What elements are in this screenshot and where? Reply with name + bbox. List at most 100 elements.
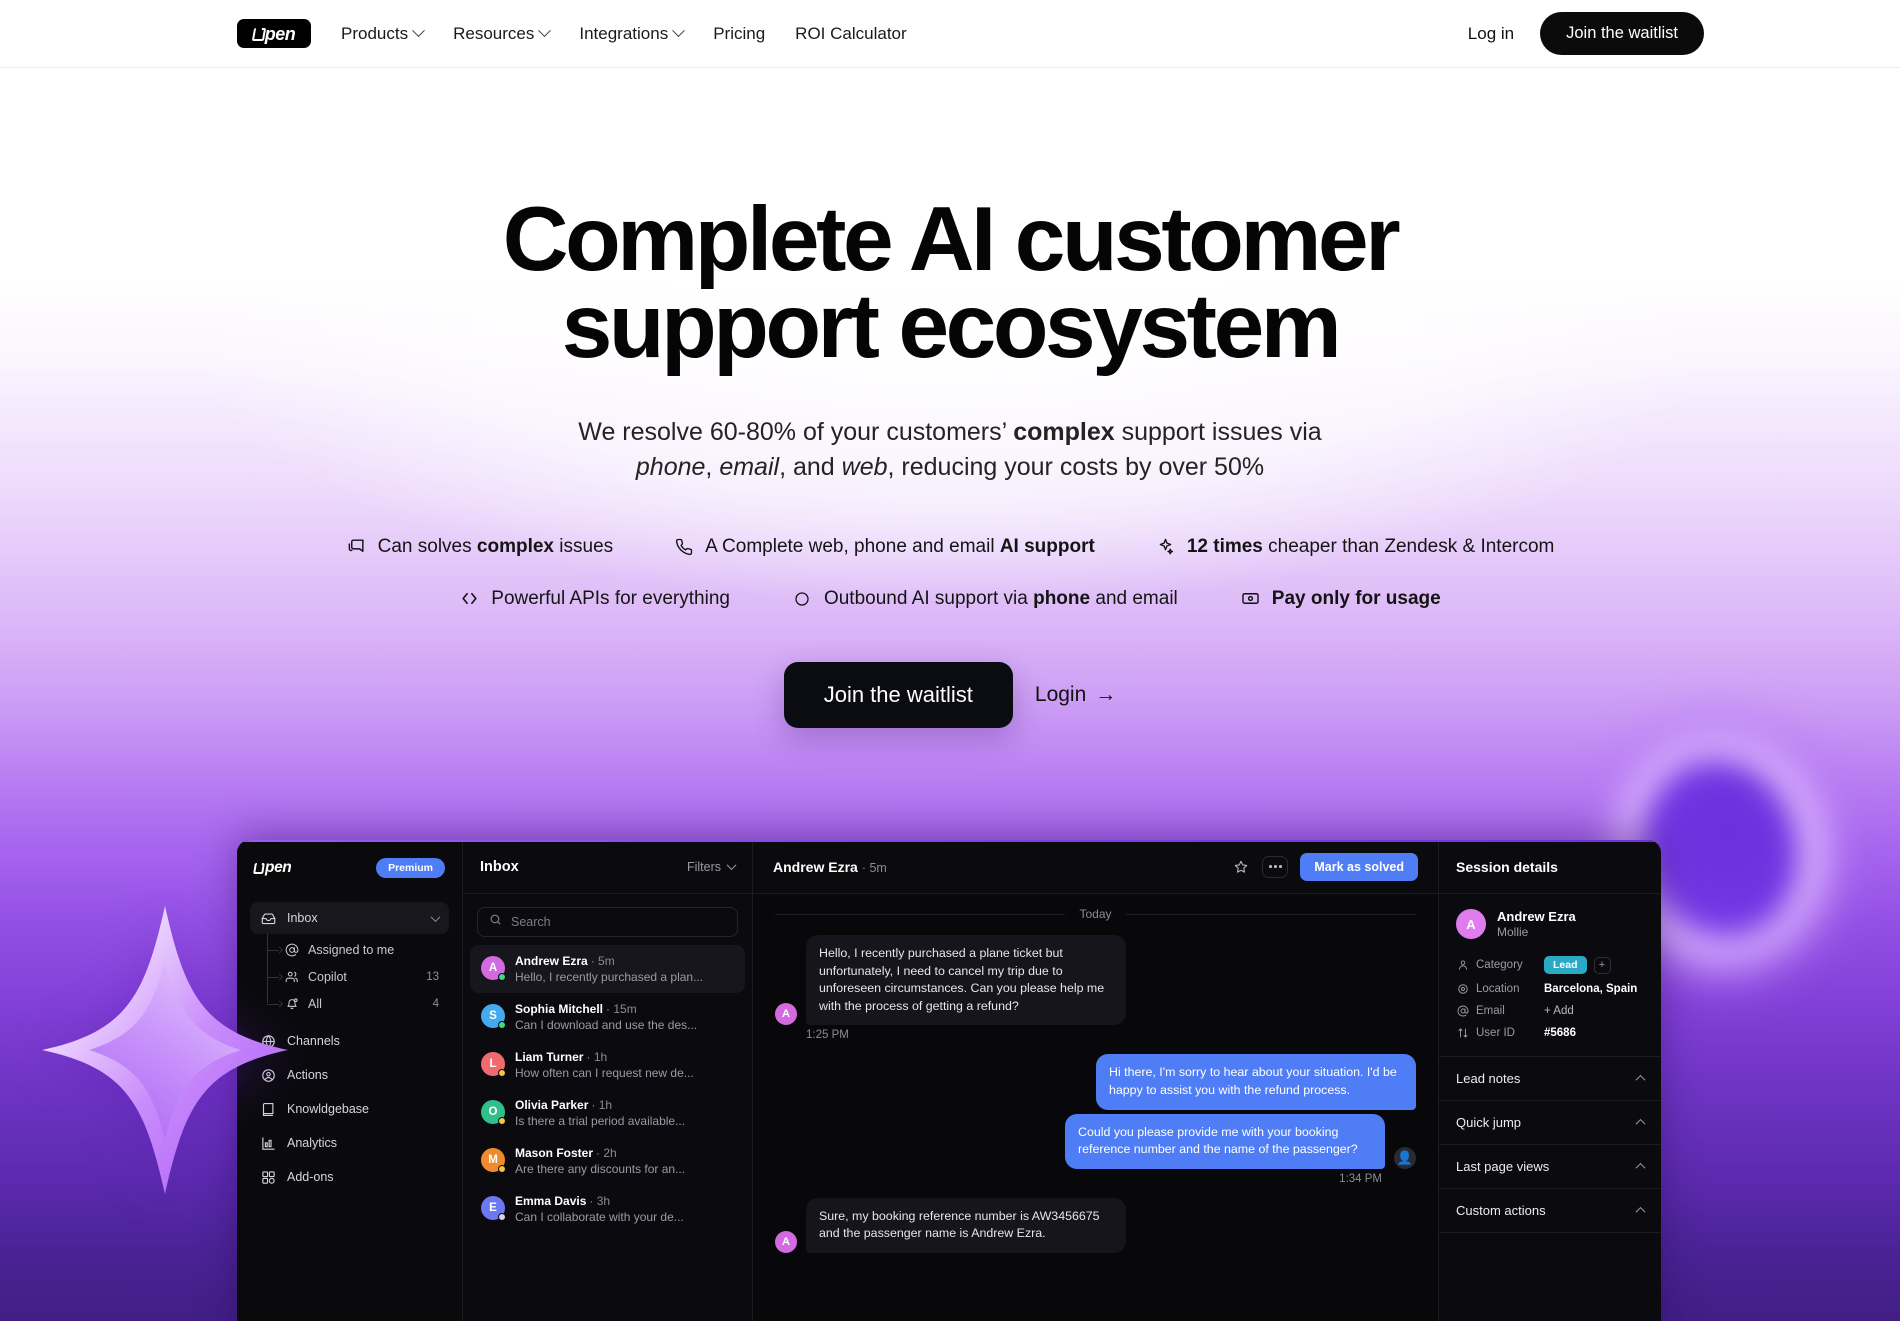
list-item[interactable]: L Liam Turner · 1h How often can I reques… [470,1041,745,1089]
list-item[interactable]: M Mason Foster · 2h Are there any discoun… [470,1137,745,1185]
search-input[interactable]: Search [477,907,738,937]
hero-subheading: We resolve 60-80% of your customers’ com… [0,415,1900,486]
more-dots-icon[interactable] [1262,855,1289,878]
list-item[interactable]: E Emma Davis · 3h Can I collaborate with … [470,1185,745,1233]
sidebar-item-knowledgebase[interactable]: Knowldgebase [250,1093,449,1125]
join-waitlist-button-hero[interactable]: Join the waitlist [783,661,1013,728]
conversation-header: Andrew Ezra · 5m Mark as solved [753,840,1438,894]
contact-card: A Andrew Ezra Mollie [1439,894,1661,952]
list-item[interactable]: A Andrew Ezra · 5m Hello, I recently purc… [470,945,745,993]
agent-avatar: 👤 [1394,1146,1416,1169]
sidebar-item-label: Knowldgebase [287,1102,370,1116]
section-last-page-views[interactable]: Last page views [1439,1145,1661,1189]
status-badge[interactable]: Lead [1544,956,1587,974]
sidebar-item-label: Channels [287,1034,340,1048]
nav-item-roi-calculator[interactable]: ROI Calculator [795,24,906,44]
login-link[interactable]: Log in [1468,24,1514,44]
star-icon[interactable] [1232,858,1250,876]
add-email-button[interactable]: + Add [1544,1005,1574,1017]
chevron-down-icon [430,911,441,922]
add-tag-button[interactable]: + [1593,956,1611,974]
detail-value: #5686 [1544,1027,1576,1039]
section-lead-notes[interactable]: Lead notes [1439,1057,1661,1101]
feature-outbound-support: Outbound AI support via phone and email [792,588,1178,610]
mark-as-solved-button[interactable]: Mark as solved [1300,852,1418,881]
message-preview: Can I download and use the des... [515,1018,698,1032]
avatar: A [775,1003,797,1026]
feature-cheaper-than-competitors: 12 times cheaper than Zendesk & Intercom [1155,535,1555,558]
sidebar-header: pen Premium [250,854,449,878]
users-icon [284,969,299,984]
message-row-incoming: A Sure, my booking reference number is A… [775,1197,1416,1254]
day-separator: Today [775,907,1416,921]
contact-name: Olivia Parker [515,1098,589,1112]
sub-text: , and [779,453,842,482]
feature-highlights: Can solves complex issues A Complete web… [0,536,1900,610]
contact-company: Mollie [1497,925,1529,939]
conversation-actions: Mark as solved [1232,852,1418,881]
avatar-emoji: 👤 [1396,1149,1414,1165]
sidebar-item-assigned-to-me[interactable]: Assigned to me [267,936,449,963]
sidebar-item-inbox[interactable]: Inbox [250,902,449,934]
inbox-panel: Inbox Filters Search A Andrew Ezra · 5m … [463,840,753,1321]
chevron-down-icon [672,24,686,38]
list-item[interactable]: O Olivia Parker · 1h Is there a trial per… [470,1089,745,1137]
sidebar-item-count: 13 [426,970,439,983]
sub-text: , reducing your costs by over 50% [887,453,1265,482]
status-dot [498,973,506,981]
pin-icon [1456,983,1469,996]
detail-field-location: Location Barcelona, Spain [1439,978,1661,1000]
join-waitlist-button-nav[interactable]: Join the waitlist [1540,12,1704,55]
sidebar-item-addons[interactable]: Add-ons [250,1161,449,1193]
login-link-hero[interactable]: Login → [1035,683,1116,707]
list-item-header: Andrew Ezra · 5m [515,954,703,968]
avatar: M [481,1148,506,1173]
nav-item-integrations[interactable]: Integrations [579,24,686,44]
sub-italic: web [841,453,888,482]
open-logo[interactable]: pen [237,19,311,48]
landing-page: pen Products Resources Integrations Pric… [0,0,1900,1321]
sidebar-item-copilot[interactable]: Copilot 13 [267,963,449,990]
feature-text: 12 times cheaper than Zendesk & Intercom [1186,535,1555,557]
sidebar-item-channels[interactable]: Channels [250,1025,449,1057]
list-item[interactable]: S Sophia Mitchell · 15m Can I download an… [470,993,745,1041]
sidebar-item-analytics[interactable]: Analytics [250,1127,449,1159]
top-navigation-bar: pen Products Resources Integrations Pric… [0,0,1900,68]
sidebar-item-label: All [308,996,322,1011]
timestamp: · 2h [596,1146,617,1160]
message-row-incoming: A Hello, I recently purchased a plane ti… [775,935,1416,1026]
detail-field-category: Category Lead + [1439,952,1661,978]
sidebar-item-all[interactable]: All 4 [267,990,449,1017]
contact-name: Sophia Mitchell [515,1002,604,1016]
logo-o-glyph-icon [254,863,264,874]
status-dot [498,1069,506,1077]
section-label: Quick jump [1456,1115,1522,1130]
message-bubble: Could you please provide me with your bo… [1065,1113,1385,1169]
nav-label: ROI Calculator [795,23,907,43]
app-logo-text: pen [265,859,292,876]
section-quick-jump[interactable]: Quick jump [1439,1101,1661,1145]
conversation-title: Andrew Ezra · 5m [773,859,887,875]
contact-name: Andrew Ezra [515,954,588,968]
arrow-right-icon: → [1095,682,1117,706]
sidebar-item-actions[interactable]: Actions [250,1059,449,1091]
filters-dropdown[interactable]: Filters [687,860,737,874]
session-details-panel: Session details A Andrew Ezra Mollie Cat… [1439,840,1661,1321]
nav-item-resources[interactable]: Resources [453,24,552,44]
sidebar-item-label: Copilot [308,969,347,984]
app-logo[interactable]: pen [254,859,292,877]
money-icon [1240,588,1261,609]
nav-item-pricing[interactable]: Pricing [713,24,765,44]
feature-text: Powerful APIs for everything [491,587,730,609]
list-item-header: Mason Foster · 2h [515,1146,685,1160]
avatar: E [481,1196,506,1221]
message-thread: Today A Hello, I recently purchased a pl… [753,894,1438,1321]
avatar: L [481,1052,506,1077]
message-preview: Can I collaborate with your de... [515,1210,684,1224]
list-item-body: Sophia Mitchell · 15m Can I download and … [515,1002,697,1032]
section-custom-actions[interactable]: Custom actions [1439,1189,1661,1233]
chevron-up-icon [1635,1074,1646,1085]
hero-cta-group: Join the waitlist Login → [0,661,1900,728]
nav-item-products[interactable]: Products [341,24,425,44]
premium-badge[interactable]: Premium [376,858,445,878]
